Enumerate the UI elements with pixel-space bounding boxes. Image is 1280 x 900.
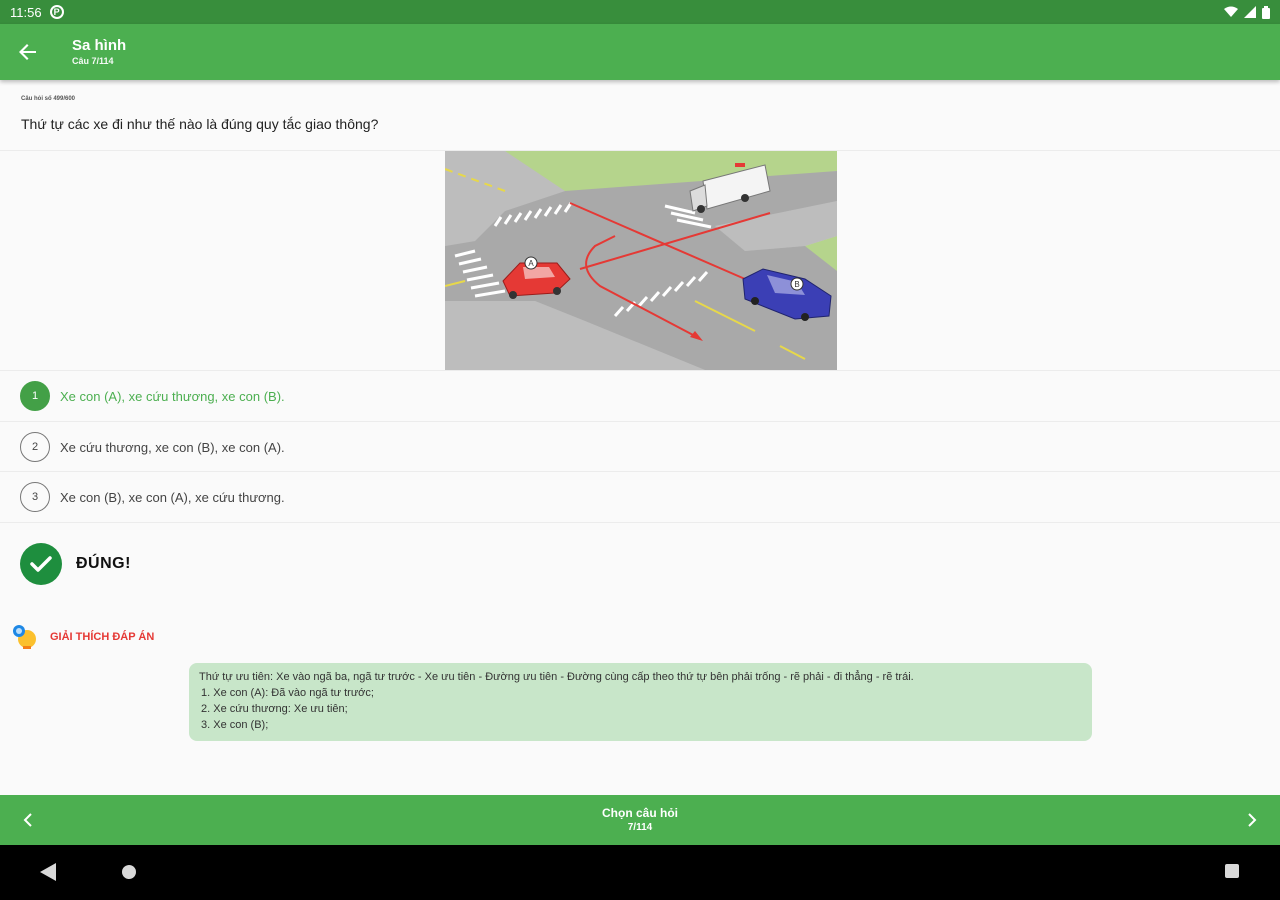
answer-option-3[interactable]: 3 Xe con (B), xe con (A), xe cứu thương. (0, 472, 1280, 522)
explanation-line: 1. Xe con (A): Đã vào ngã tư trước; (201, 687, 374, 699)
signal-icon (1244, 6, 1256, 18)
page-subtitle: Câu 7/114 (72, 56, 114, 66)
choose-question-button[interactable]: Chọn câu hỏi 7/114 (56, 806, 1224, 834)
system-nav-bar (0, 845, 1280, 900)
explanation-line: 3. Xe con (B); (201, 719, 269, 731)
answer-number: 1 (20, 381, 50, 411)
result-text: ĐÚNG! (76, 555, 131, 572)
answer-text: Xe con (A), xe cứu thương, xe con (B). (60, 388, 285, 404)
status-bar: 11:56 P (0, 0, 1280, 24)
explanation-header: GIẢI THÍCH ĐÁP ÁN (12, 624, 154, 650)
question-text: Thứ tự các xe đi như thế nào là đúng quy… (21, 116, 379, 132)
question-meta: Câu hỏi số 499/600 (21, 96, 76, 102)
explanation-line: Thứ tự ưu tiên: Xe vào ngã ba, ngã tư tr… (199, 671, 914, 683)
question-content: Câu hỏi số 499/600 Thứ tự các xe đi như … (0, 80, 1280, 795)
question-progress: 7/114 (627, 822, 653, 833)
app-bar: Sa hình Câu 7/114 (0, 24, 1280, 80)
choose-question-label: Chọn câu hỏi (602, 806, 678, 820)
answer-number: 3 (20, 482, 50, 512)
answer-text: Xe cứu thương, xe con (B), xe con (A). (60, 439, 285, 455)
question-image: A B (445, 151, 837, 370)
check-circle-icon (20, 543, 62, 585)
next-question-button[interactable] (1224, 795, 1280, 845)
status-time: 11:56 (10, 4, 42, 20)
page-title: Sa hình (72, 37, 127, 54)
question-nav-bar: Chọn câu hỏi 7/114 (0, 795, 1280, 845)
result-banner: ĐÚNG! (20, 543, 131, 585)
wifi-icon (1224, 6, 1238, 17)
triangle-back-icon[interactable] (40, 863, 56, 881)
answer-option-2[interactable]: 2 Xe cứu thương, xe con (B), xe con (A). (0, 422, 1280, 472)
chevron-left-icon (23, 813, 32, 827)
explanation-line: 2. Xe cứu thương: Xe ưu tiên; (201, 703, 348, 715)
square-recent-icon[interactable] (1224, 863, 1240, 879)
intersection-illustration: A B (445, 151, 837, 370)
divider (0, 522, 1280, 523)
app-titles: Sa hình Câu 7/114 (72, 37, 126, 67)
battery-icon (1262, 5, 1270, 19)
explanation-box: Thứ tự ưu tiên: Xe vào ngã ba, ngã tư tr… (189, 663, 1092, 741)
lightbulb-icon (13, 625, 36, 649)
app-notification-icon: P (49, 5, 64, 19)
car-a-label: A (528, 259, 534, 268)
answer-number: 2 (20, 432, 50, 462)
prev-question-button[interactable] (0, 795, 56, 845)
explanation-title: GIẢI THÍCH ĐÁP ÁN (50, 631, 155, 643)
arrow-left-icon (19, 44, 36, 60)
chevron-right-icon (1248, 813, 1257, 827)
answer-option-1[interactable]: 1 Xe con (A), xe cứu thương, xe con (B). (0, 371, 1280, 421)
car-b-label: B (794, 280, 799, 289)
circle-home-icon[interactable] (120, 863, 138, 881)
back-button[interactable] (0, 24, 56, 80)
status-indicators (1224, 5, 1270, 19)
answer-text: Xe con (B), xe con (A), xe cứu thương. (60, 489, 285, 505)
